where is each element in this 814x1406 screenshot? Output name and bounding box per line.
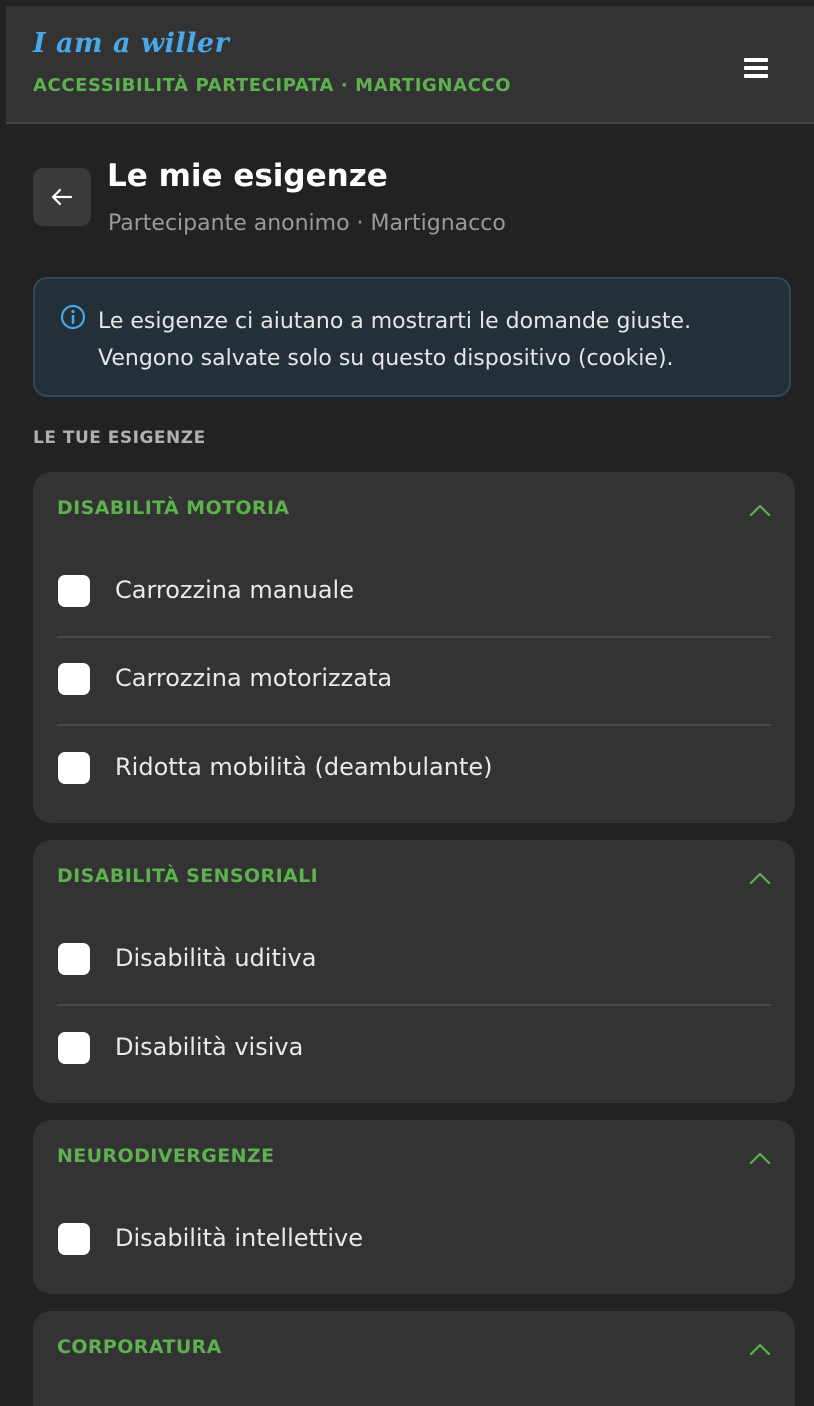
option-label: Disabilità visiva (115, 1033, 304, 1061)
brand-logo[interactable]: I am a willer (33, 28, 229, 59)
checkbox[interactable] (58, 1223, 90, 1255)
chevron-up-icon (749, 1152, 771, 1165)
category-header[interactable]: CORPORATURA (33, 1311, 795, 1387)
back-button[interactable] (33, 168, 91, 226)
category-header[interactable]: DISABILITÀ SENSORIALI (33, 840, 795, 916)
info-line: Vengono salvate solo su questo dispositi… (98, 346, 674, 371)
option-label: Disabilità uditiva (115, 944, 317, 972)
category-title: CORPORATURA (57, 1336, 222, 1358)
option-label: Ridotta mobilità (deambulante) (115, 753, 493, 781)
option-row[interactable]: Ridotta mobilità (deambulante) (57, 725, 771, 813)
category-title: NEURODIVERGENZE (57, 1145, 275, 1167)
option-row[interactable]: Carrozzina manuale (57, 548, 771, 638)
option-row[interactable]: Carrozzina motorizzata (57, 636, 771, 726)
menu-button[interactable] (738, 50, 774, 86)
category-header[interactable]: NEURODIVERGENZE (33, 1120, 795, 1196)
option-row[interactable]: Disabilità intellettive (57, 1196, 771, 1284)
arrow-left-icon (51, 188, 73, 206)
chevron-up-icon (749, 504, 771, 517)
category-header[interactable]: DISABILITÀ MOTORIA (33, 472, 795, 548)
checkbox[interactable] (58, 663, 90, 695)
page: I am a willer ACCESSIBILITÀ PARTECIPATA … (0, 0, 814, 1406)
checkbox[interactable] (58, 575, 90, 607)
option-row[interactable]: Disabilità visiva (57, 1005, 771, 1093)
chevron-up-icon (749, 872, 771, 885)
checkbox[interactable] (58, 752, 90, 784)
page-title: Le mie esigenze (107, 158, 388, 194)
category-card-corporatura: CORPORATURA (33, 1311, 795, 1406)
category-title: DISABILITÀ MOTORIA (57, 497, 290, 519)
option-label: Disabilità intellettive (115, 1224, 363, 1252)
page-subtitle: Partecipante anonimo · Martignacco (108, 211, 506, 236)
category-card-motoria: DISABILITÀ MOTORIA Carrozzina manuale Ca… (33, 472, 795, 823)
hamburger-menu-icon (744, 58, 768, 78)
top-bar: I am a willer ACCESSIBILITÀ PARTECIPATA … (6, 6, 814, 124)
option-row[interactable]: Disabilità uditiva (57, 916, 771, 1006)
chevron-up-icon (749, 1343, 771, 1356)
app-subtitle: ACCESSIBILITÀ PARTECIPATA · MARTIGNACCO (33, 75, 512, 96)
option-label: Carrozzina manuale (115, 576, 354, 604)
option-label: Carrozzina motorizzata (115, 664, 393, 692)
category-card-sensoriali: DISABILITÀ SENSORIALI Disabilità uditiva… (33, 840, 795, 1103)
category-card-neurodivergenze: NEURODIVERGENZE Disabilità intellettive (33, 1120, 795, 1294)
info-notice: Le esigenze ci aiutano a mostrarti le do… (33, 277, 791, 397)
info-circle-icon (60, 304, 86, 330)
category-title: DISABILITÀ SENSORIALI (57, 865, 319, 887)
info-text: Le esigenze ci aiutano a mostrarti le do… (98, 303, 778, 377)
info-line: Le esigenze ci aiutano a mostrarti le do… (98, 309, 692, 334)
checkbox[interactable] (58, 943, 90, 975)
section-label: LE TUE ESIGENZE (33, 428, 206, 448)
checkbox[interactable] (58, 1032, 90, 1064)
